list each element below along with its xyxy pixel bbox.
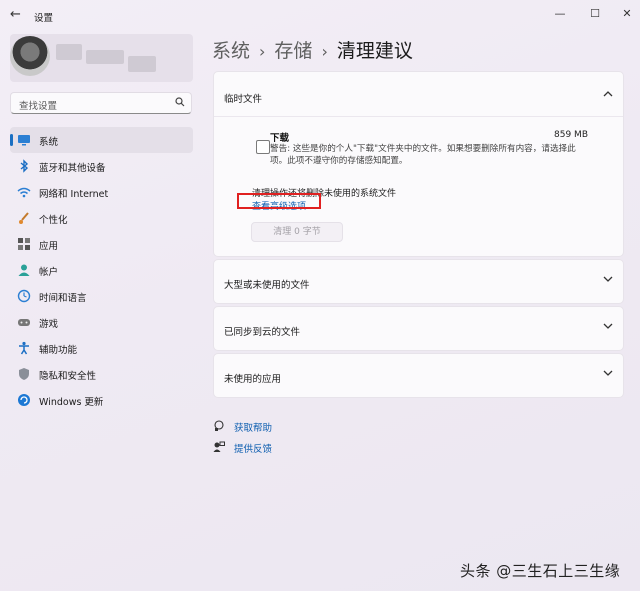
monitor-icon: [17, 133, 31, 147]
unused-apps-card[interactable]: 未使用的应用: [213, 353, 624, 398]
divider: [214, 116, 623, 117]
app-title: 设置: [34, 10, 53, 24]
brush-icon: [17, 211, 31, 225]
sidebar-item-label: 游戏: [39, 316, 58, 330]
sidebar-item-label: Windows 更新: [39, 394, 103, 408]
downloads-warning: 警告: 这些是你的个人"下载"文件夹中的文件。如果想要删除所有内容，请选择此项。…: [270, 143, 590, 167]
sidebar-item-windows-update[interactable]: Windows 更新: [10, 387, 193, 413]
page-title: 清理建议: [337, 40, 413, 62]
breadcrumb: 系统 › 存储 › 清理建议: [212, 36, 413, 63]
title-bar: ← 设置 — ☐ ✕: [0, 0, 640, 30]
back-arrow-icon[interactable]: ←: [10, 8, 24, 22]
feedback-label[interactable]: 提供反馈: [234, 441, 272, 455]
close-button[interactable]: ✕: [612, 4, 640, 24]
search-input[interactable]: 查找设置: [10, 92, 192, 114]
shield-icon: [17, 367, 31, 381]
sidebar-item-label: 个性化: [39, 212, 68, 226]
help-icon: [213, 420, 225, 432]
search-placeholder: 查找设置: [19, 98, 57, 112]
windows-update-icon: [17, 393, 31, 407]
sidebar-item-gaming[interactable]: 游戏: [10, 309, 193, 335]
avatar: [10, 36, 50, 76]
blurred-username: [128, 56, 156, 72]
sidebar-item-label: 网络和 Internet: [39, 186, 108, 200]
sidebar-item-bluetooth[interactable]: 蓝牙和其他设备: [10, 153, 193, 179]
downloads-label: 下载: [270, 130, 289, 144]
sidebar-item-personalization[interactable]: 个性化: [10, 205, 193, 231]
sidebar-item-label: 时间和语言: [39, 290, 87, 304]
sidebar-item-time-language[interactable]: 时间和语言: [10, 283, 193, 309]
sidebar-item-label: 辅助功能: [39, 342, 77, 356]
chevron-down-icon[interactable]: [603, 276, 613, 286]
gamepad-icon: [17, 315, 31, 329]
accessibility-icon: [17, 341, 31, 355]
section-title: 大型或未使用的文件: [224, 277, 310, 291]
sidebar-item-network[interactable]: 网络和 Internet: [10, 179, 193, 205]
sidebar-item-accessibility[interactable]: 辅助功能: [10, 335, 193, 361]
sidebar-item-label: 系统: [39, 134, 58, 148]
downloads-checkbox[interactable]: [256, 140, 270, 154]
user-profile[interactable]: [10, 34, 193, 82]
sidebar-item-apps[interactable]: 应用: [10, 231, 193, 257]
breadcrumb-storage[interactable]: 存储: [274, 40, 312, 62]
sidebar-nav: 系统 蓝牙和其他设备 网络和 Internet 个性化 应用 帐户 时间和语言 …: [10, 127, 193, 413]
sidebar-item-label: 帐户: [39, 264, 58, 278]
person-icon: [17, 263, 31, 277]
chevron-up-icon[interactable]: [603, 90, 613, 100]
breadcrumb-separator: ›: [259, 42, 265, 61]
bluetooth-icon: [17, 159, 31, 173]
temp-files-card: 临时文件 下载 859 MB 警告: 这些是你的个人"下载"文件夹中的文件。如果…: [213, 71, 624, 257]
downloads-size: 859 MB: [554, 130, 588, 140]
maximize-button[interactable]: ☐: [580, 4, 610, 24]
section-title: 已同步到云的文件: [224, 324, 300, 338]
sidebar-item-label: 应用: [39, 238, 58, 252]
chevron-down-icon[interactable]: [603, 370, 613, 380]
sidebar-item-accounts[interactable]: 帐户: [10, 257, 193, 283]
blurred-username: [56, 44, 82, 60]
sidebar-item-privacy[interactable]: 隐私和安全性: [10, 361, 193, 387]
section-title: 未使用的应用: [224, 371, 281, 385]
clean-button[interactable]: 清理 0 字节: [251, 222, 343, 242]
search-icon[interactable]: [175, 97, 185, 110]
feedback-icon: [213, 441, 225, 453]
cloud-synced-files-card[interactable]: 已同步到云的文件: [213, 306, 624, 351]
breadcrumb-system[interactable]: 系统: [212, 40, 250, 62]
sidebar-item-label: 蓝牙和其他设备: [39, 160, 106, 174]
apps-icon: [17, 237, 31, 251]
sidebar-item-system[interactable]: 系统: [10, 127, 193, 153]
blurred-username: [86, 50, 124, 64]
chevron-down-icon[interactable]: [603, 323, 613, 333]
minimize-button[interactable]: —: [545, 4, 575, 24]
large-unused-files-card[interactable]: 大型或未使用的文件: [213, 259, 624, 304]
highlight-box: [237, 193, 321, 209]
get-help-label[interactable]: 获取帮助: [234, 420, 272, 434]
watermark: 头条 @三生石上三生缘: [460, 560, 620, 581]
temp-files-title[interactable]: 临时文件: [224, 91, 262, 105]
wifi-icon: [17, 185, 31, 199]
sidebar-item-label: 隐私和安全性: [39, 368, 96, 382]
globe-clock-icon: [17, 289, 31, 303]
breadcrumb-separator: ›: [321, 42, 327, 61]
